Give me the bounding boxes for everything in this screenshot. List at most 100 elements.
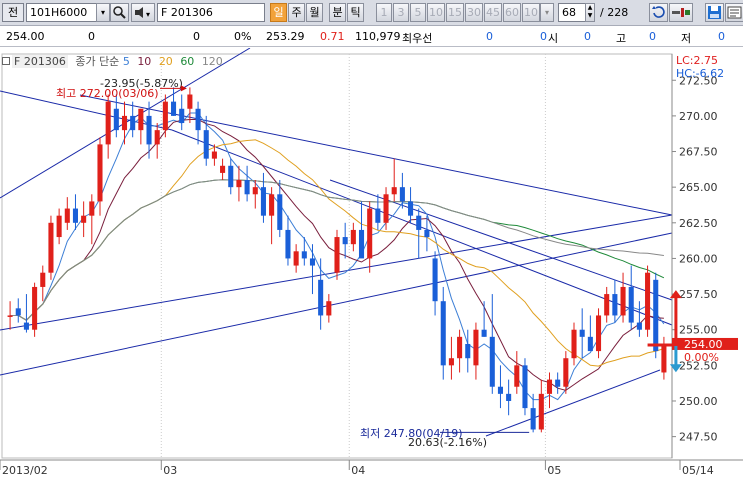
search-icon[interactable]	[110, 3, 129, 22]
interval-1-button[interactable]: 1	[376, 3, 392, 22]
candle-body	[187, 94, 193, 109]
code-input[interactable]: 101H6000	[26, 3, 98, 22]
quote-diff: 0.71	[320, 30, 345, 43]
candle-body	[260, 187, 266, 216]
count-spin-icon[interactable]: ▲ ▼	[585, 3, 595, 22]
candle-body	[203, 130, 209, 159]
period-day-button[interactable]: 일	[270, 3, 287, 22]
refresh-icon[interactable]	[649, 3, 668, 22]
legend-ma120: 120	[201, 55, 223, 68]
quote-percent: 0%	[234, 30, 252, 43]
period-month-button[interactable]: 월	[306, 3, 323, 22]
candle-body	[538, 393, 544, 430]
interval-60-button[interactable]: 60	[503, 3, 521, 22]
candle-body	[162, 101, 168, 131]
candle-body	[228, 165, 234, 188]
interval-5-button[interactable]: 5	[410, 3, 426, 22]
chart-legend: F 201306 종가 단순 5 10 20 60 120	[2, 53, 223, 69]
quote-best-value: 0	[486, 30, 493, 43]
period-minute-button[interactable]: 분	[329, 3, 346, 22]
candle-body	[350, 229, 356, 245]
period-tick-button[interactable]: 틱	[347, 3, 364, 22]
quote-volume: 110,979	[355, 30, 401, 43]
legend-prefix: 종가 단순	[75, 55, 120, 68]
candle-body	[342, 237, 348, 245]
y-axis-label: 247.50	[679, 431, 718, 444]
candle-body	[15, 308, 21, 316]
y-axis-label: 267.50	[679, 146, 718, 159]
interval-3-button[interactable]: 3	[393, 3, 409, 22]
y-axis-label: 260.00	[679, 252, 718, 265]
candle-body	[489, 336, 495, 387]
candle-body	[604, 294, 610, 316]
interval-10-button[interactable]: 10	[427, 3, 445, 22]
candle-body	[530, 408, 536, 430]
speaker-icon[interactable]: ▾	[131, 3, 155, 22]
interval-30-button[interactable]: 30	[465, 3, 483, 22]
y-axis-label: 270.00	[679, 110, 718, 123]
quote-open-value: 0	[584, 30, 591, 43]
x-axis-label: 05/14	[682, 464, 714, 477]
quote-price: 254.00	[6, 30, 45, 43]
candle-body	[154, 130, 160, 145]
interval-dropdown-arrow-icon[interactable]: ▾	[540, 3, 554, 22]
candle-body	[408, 201, 414, 216]
save-icon[interactable]	[705, 3, 724, 22]
code-dropdown-arrow-icon[interactable]: ▾	[96, 3, 110, 22]
candle-body	[546, 379, 553, 394]
candle-body	[269, 194, 275, 216]
candle-body	[211, 151, 217, 159]
count-input[interactable]: 68	[558, 3, 586, 22]
candle-body	[318, 279, 324, 316]
svg-text:▾: ▾	[146, 10, 150, 19]
candle-body	[514, 365, 520, 387]
candle-body	[440, 301, 446, 366]
candle-body	[179, 108, 185, 124]
candle-body	[620, 286, 626, 316]
candle-body	[113, 108, 119, 131]
candle-body	[244, 180, 250, 195]
quote-high-label: 고	[616, 32, 627, 45]
quote-bar: 254.00 0 0 0% 253.29 0.71 110,979 최우선 0 …	[0, 27, 743, 47]
quote-high-value: 0	[649, 30, 656, 43]
candle-body	[138, 108, 144, 131]
low-pct-annotation: 20.63(-2.16%)	[408, 436, 487, 449]
x-axis-label: 2013/02	[2, 464, 48, 477]
price-chart[interactable]: 272.50270.00267.50265.00262.50260.00257.…	[0, 48, 743, 480]
candle-body	[56, 215, 62, 238]
interval-45-button[interactable]: 45	[484, 3, 502, 22]
candle-body	[653, 279, 659, 352]
interval-custom-field[interactable]: 10	[522, 3, 540, 22]
candle-body	[64, 208, 70, 223]
legend-ma5: 5	[122, 55, 130, 68]
candle-body	[522, 365, 528, 409]
candle-body	[399, 187, 405, 202]
candle-body	[628, 286, 634, 323]
quote-change-2: 0	[193, 30, 200, 43]
candle-body	[612, 294, 618, 316]
quote-best-label: 최우선	[402, 32, 433, 45]
candle-body	[146, 115, 152, 145]
candle-body	[121, 115, 128, 131]
candle-body	[563, 358, 569, 387]
candle-body	[309, 258, 316, 266]
tools-icon[interactable]	[669, 3, 693, 22]
candle-body	[236, 180, 242, 188]
candle-body	[636, 322, 642, 330]
candle-body	[383, 194, 389, 223]
candle-body	[457, 336, 463, 359]
settings-icon[interactable]	[725, 3, 743, 22]
candle-body	[506, 393, 512, 401]
candle-body	[555, 379, 561, 387]
candle-body	[32, 286, 38, 330]
candle-body	[473, 329, 479, 366]
instrument-name-field[interactable]: F 201306	[157, 3, 265, 22]
period-week-button[interactable]: 주	[288, 3, 305, 22]
candle-body	[481, 329, 487, 337]
current-price-label: 254.00	[684, 338, 723, 351]
interval-15-button[interactable]: 15	[446, 3, 464, 22]
candle-body	[195, 108, 201, 131]
x-axis-label: 04	[351, 464, 365, 477]
candle-body	[40, 272, 46, 287]
y-axis-label: 257.50	[679, 288, 718, 301]
